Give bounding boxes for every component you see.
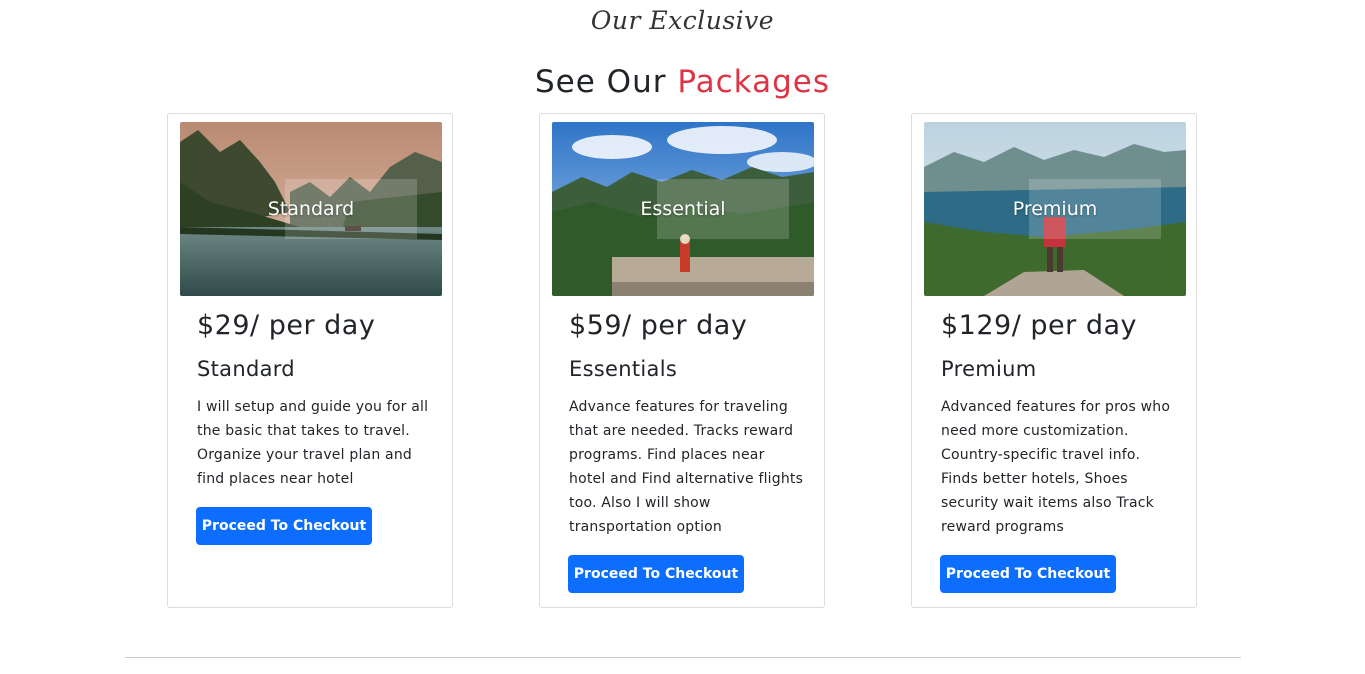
package-card-standard: Standard $29/ per day Standard I will se… [167, 113, 453, 608]
package-image-essential: Essential [552, 122, 814, 296]
section-divider [125, 657, 1241, 658]
section-eyebrow: Our Exclusive [590, 6, 775, 35]
checkout-button-standard[interactable]: Proceed To Checkout [196, 507, 372, 545]
image-label: Premium [1012, 198, 1098, 220]
package-name: Standard [197, 357, 295, 381]
package-price: $59/ per day [569, 310, 748, 341]
package-name: Premium [941, 357, 1037, 381]
image-label: Standard [267, 198, 355, 220]
package-price: $29/ per day [197, 310, 376, 341]
section-heading: See Our Packages [0, 64, 1365, 100]
package-price: $129/ per day [941, 310, 1137, 341]
package-image-standard: Standard [180, 122, 442, 296]
heading-accent: Packages [677, 64, 830, 100]
heading-prefix: See Our [535, 64, 667, 100]
package-description: Advanced features for pros who need more… [941, 399, 1171, 535]
checkout-button-premium[interactable]: Proceed To Checkout [940, 555, 1116, 593]
package-description: Advance features for traveling that are … [569, 399, 804, 535]
package-card-premium: Premium $129/ per day Premium Advanced f… [911, 113, 1197, 608]
package-name: Essentials [569, 357, 678, 381]
image-label: Essential [640, 198, 726, 220]
package-image-premium: Premium [924, 122, 1186, 296]
packages-section: Our Exclusive See Our Packages Standard … [0, 0, 1365, 674]
checkout-button-essential[interactable]: Proceed To Checkout [568, 555, 744, 593]
package-description: I will setup and guide you for all the b… [197, 399, 429, 487]
package-card-essential: Essential $59/ per day Essentials Advanc… [539, 113, 825, 608]
